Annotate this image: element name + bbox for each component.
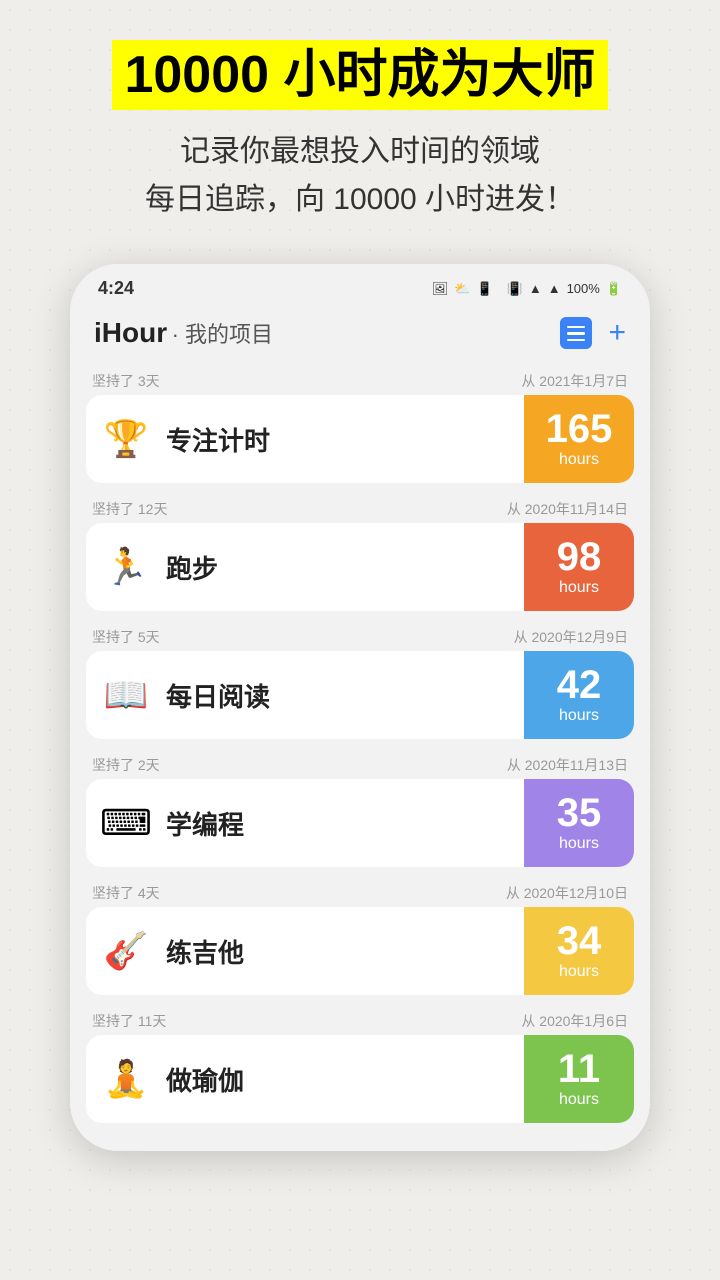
hours-number: 34: [557, 921, 602, 961]
project-since: 从 2020年12月10日: [506, 883, 628, 903]
list-view-button[interactable]: [560, 317, 592, 349]
hero-sub2: 每日追踪，向 10000 小时进发！: [145, 183, 575, 216]
project-meta: 坚持了 12天 从 2020年11月14日: [86, 491, 634, 523]
project-card[interactable]: 🧘做瑜伽 11 hours: [86, 1035, 634, 1123]
hours-number: 98: [557, 537, 602, 577]
project-group: 坚持了 2天 从 2020年11月13日 ⌨学编程 35 hours: [86, 747, 634, 867]
hero-sub1: 记录你最想投入时间的领域: [180, 135, 540, 168]
hero-subtitle: 记录你最想投入时间的领域 每日追踪，向 10000 小时进发！: [30, 128, 690, 224]
project-streak: 坚持了 3天: [92, 371, 160, 391]
weather-icon: ⛅: [454, 281, 470, 297]
project-icon: 🏃: [86, 546, 166, 588]
status-bar: 4:24 🖼 ⛅ 📱 📳 ▲ ▲ 100% 🔋: [70, 264, 650, 307]
hours-label: hours: [559, 579, 599, 597]
project-card[interactable]: 🏆专注计时 165 hours: [86, 395, 634, 483]
project-hours-badge: 165 hours: [524, 395, 634, 483]
project-streak: 坚持了 2天: [92, 755, 160, 775]
wifi-icon: ▲: [529, 281, 542, 296]
hours-label: hours: [559, 707, 599, 725]
app-header: iHour · 我的项目 +: [70, 307, 650, 363]
battery-icon: 🔋: [606, 281, 622, 297]
project-group: 坚持了 12天 从 2020年11月14日 🏃跑步 98 hours: [86, 491, 634, 611]
project-hours-badge: 42 hours: [524, 651, 634, 739]
project-name: 专注计时: [166, 421, 524, 458]
status-time: 4:24: [98, 278, 134, 299]
project-card[interactable]: ⌨学编程 35 hours: [86, 779, 634, 867]
project-group: 坚持了 11天 从 2020年1月6日 🧘做瑜伽 11 hours: [86, 1003, 634, 1123]
app-title-area: iHour · 我的项目: [94, 317, 273, 349]
hero-section: 10000 小时成为大师 记录你最想投入时间的领域 每日追踪，向 10000 小…: [0, 0, 720, 244]
hours-label: hours: [559, 451, 599, 469]
hero-title: 10000 小时成为大师: [112, 40, 607, 110]
project-streak: 坚持了 5天: [92, 627, 160, 647]
header-actions: +: [560, 317, 626, 349]
project-hours-badge: 35 hours: [524, 779, 634, 867]
project-since: 从 2020年11月14日: [507, 499, 628, 519]
project-icon: 🧘: [86, 1058, 166, 1100]
hours-number: 165: [546, 409, 613, 449]
project-since: 从 2020年1月6日: [521, 1011, 628, 1031]
project-icon: 🏆: [86, 418, 166, 460]
phone-mockup: 4:24 🖼 ⛅ 📱 📳 ▲ ▲ 100% 🔋 iHour · 我的项目: [70, 264, 650, 1151]
project-meta: 坚持了 11天 从 2020年1月6日: [86, 1003, 634, 1035]
hours-label: hours: [559, 1091, 599, 1109]
project-since: 从 2021年1月7日: [521, 371, 628, 391]
project-streak: 坚持了 12天: [92, 499, 167, 519]
project-icon: 🎸: [86, 930, 166, 972]
project-icon: 📖: [86, 674, 166, 716]
project-group: 坚持了 5天 从 2020年12月9日 📖每日阅读 42 hours: [86, 619, 634, 739]
project-meta: 坚持了 5天 从 2020年12月9日: [86, 619, 634, 651]
project-streak: 坚持了 4天: [92, 883, 160, 903]
project-card[interactable]: 🏃跑步 98 hours: [86, 523, 634, 611]
add-project-button[interactable]: +: [608, 318, 626, 348]
project-group: 坚持了 4天 从 2020年12月10日 🎸练吉他 34 hours: [86, 875, 634, 995]
project-since: 从 2020年12月9日: [514, 627, 628, 647]
project-card[interactable]: 📖每日阅读 42 hours: [86, 651, 634, 739]
project-since: 从 2020年11月13日: [507, 755, 628, 775]
project-meta: 坚持了 2天 从 2020年11月13日: [86, 747, 634, 779]
hours-number: 11: [558, 1049, 600, 1089]
signal-icon: ▲: [548, 281, 561, 296]
project-name: 每日阅读: [166, 677, 524, 714]
project-card[interactable]: 🎸练吉他 34 hours: [86, 907, 634, 995]
status-icons: 🖼 ⛅ 📱 📳 ▲ ▲ 100% 🔋: [432, 281, 622, 297]
project-group: 坚持了 3天 从 2021年1月7日 🏆专注计时 165 hours: [86, 363, 634, 483]
project-hours-badge: 98 hours: [524, 523, 634, 611]
project-name: 跑步: [166, 549, 524, 586]
project-hours-badge: 11 hours: [524, 1035, 634, 1123]
hours-label: hours: [559, 835, 599, 853]
vibrate-icon: 📳: [507, 281, 523, 297]
hours-number: 42: [557, 665, 602, 705]
hours-number: 35: [557, 793, 602, 833]
hours-label: hours: [559, 963, 599, 981]
project-meta: 坚持了 3天 从 2021年1月7日: [86, 363, 634, 395]
photo-icon: 🖼: [432, 281, 449, 297]
app-subtitle: · 我的项目: [172, 322, 273, 347]
project-streak: 坚持了 11天: [92, 1011, 166, 1031]
project-meta: 坚持了 4天 从 2020年12月10日: [86, 875, 634, 907]
project-list: 坚持了 3天从 2021年1月7日🏆专注计时165hours坚持了 12天从 2…: [70, 363, 650, 1131]
project-name: 学编程: [166, 805, 524, 842]
project-name: 练吉他: [166, 933, 524, 970]
phone-icon: 📱: [476, 281, 492, 297]
project-name: 做瑜伽: [166, 1061, 524, 1098]
project-icon: ⌨: [86, 802, 166, 844]
project-hours-badge: 34 hours: [524, 907, 634, 995]
battery-percent: 100%: [567, 281, 600, 296]
app-name: iHour: [94, 317, 167, 348]
